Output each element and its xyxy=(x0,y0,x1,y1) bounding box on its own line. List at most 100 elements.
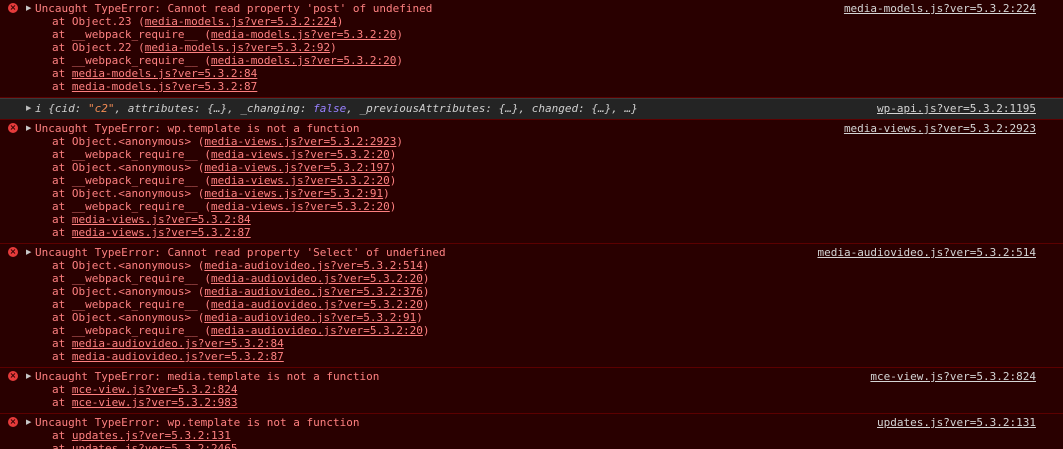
object-class-name: i xyxy=(35,102,42,115)
stack-frame-prefix: at Object.<anonymous> ( xyxy=(52,285,205,298)
stack-frame: at media-models.js?ver=5.3.2:87 xyxy=(35,80,1037,93)
stack-frame: at __webpack_require__ (media-models.js?… xyxy=(35,28,1037,41)
stack-frame-link[interactable]: media-audiovideo.js?ver=5.3.2:84 xyxy=(72,337,284,350)
stack-frame: at __webpack_require__ (media-views.js?v… xyxy=(35,200,1037,213)
stack-frame-link[interactable]: media-views.js?ver=5.3.2:87 xyxy=(72,226,251,239)
stack-frame: at media-views.js?ver=5.3.2:87 xyxy=(35,226,1037,239)
stack-frame: at __webpack_require__ (media-audiovideo… xyxy=(35,298,1037,311)
source-link[interactable]: media-audiovideo.js?ver=5.3.2:514 xyxy=(817,246,1036,259)
expand-triangle-icon[interactable]: ▶ xyxy=(26,102,34,115)
error-icon: × xyxy=(8,3,18,13)
stack-frame-link[interactable]: media-models.js?ver=5.3.2:20 xyxy=(211,28,396,41)
stack-frame-suffix: ) xyxy=(389,174,397,187)
error-icon: × xyxy=(8,417,18,427)
stack-frame-prefix: at __webpack_require__ ( xyxy=(52,272,211,285)
stack-frame: at Object.<anonymous> (media-views.js?ve… xyxy=(35,161,1037,174)
stack-frame: at __webpack_require__ (media-views.js?v… xyxy=(35,148,1037,161)
stack-frame-link[interactable]: mce-view.js?ver=5.3.2:983 xyxy=(72,396,238,409)
stack-frame-link[interactable]: media-views.js?ver=5.3.2:2923 xyxy=(204,135,396,148)
stack-frame: at Object.22 (media-models.js?ver=5.3.2:… xyxy=(35,41,1037,54)
console-error-message: × ▶ updates.js?ver=5.3.2:131 Uncaught TypeE… xyxy=(0,414,1063,449)
source-link[interactable]: media-models.js?ver=5.3.2:224 xyxy=(844,2,1036,15)
stack-frame-link[interactable]: media-audiovideo.js?ver=5.3.2:87 xyxy=(72,350,284,363)
stack-frame: at media-models.js?ver=5.3.2:84 xyxy=(35,67,1037,80)
stack-frame: at media-audiovideo.js?ver=5.3.2:84 xyxy=(35,337,1037,350)
stack-frame-prefix: at __webpack_require__ ( xyxy=(52,174,211,187)
stack-frame-link[interactable]: media-models.js?ver=5.3.2:92 xyxy=(145,41,330,54)
error-icon: × xyxy=(8,247,18,257)
stack-frame-link[interactable]: media-audiovideo.js?ver=5.3.2:20 xyxy=(211,324,423,337)
stack-frame-link[interactable]: media-models.js?ver=5.3.2:224 xyxy=(145,15,337,28)
stack-frame-link[interactable]: media-audiovideo.js?ver=5.3.2:20 xyxy=(211,298,423,311)
expand-triangle-icon[interactable]: ▶ xyxy=(26,416,34,429)
stack-frame: at mce-view.js?ver=5.3.2:983 xyxy=(35,396,1037,409)
stack-frame-suffix: ) xyxy=(422,324,430,337)
expand-triangle-icon[interactable]: ▶ xyxy=(26,122,34,135)
stack-frame-suffix: ) xyxy=(422,259,430,272)
stack-frame-prefix: at __webpack_require__ ( xyxy=(52,28,211,41)
object-preview-text: {cid: xyxy=(41,102,88,115)
stack-frame: at __webpack_require__ (media-audiovideo… xyxy=(35,272,1037,285)
stack-frame-prefix: at Object.<anonymous> ( xyxy=(52,135,205,148)
stack-frame-link[interactable]: media-views.js?ver=5.3.2:20 xyxy=(211,174,390,187)
stack-frame-link[interactable]: media-views.js?ver=5.3.2:91 xyxy=(204,187,383,200)
stack-frame: at updates.js?ver=5.3.2:2465 xyxy=(35,442,1037,449)
source-link[interactable]: media-views.js?ver=5.3.2:2923 xyxy=(844,122,1036,135)
stack-frame: at Object.<anonymous> (media-audiovideo.… xyxy=(35,311,1037,324)
error-icon: × xyxy=(8,123,18,133)
stack-frame-link[interactable]: mce-view.js?ver=5.3.2:824 xyxy=(72,383,238,396)
source-link[interactable]: mce-view.js?ver=5.3.2:824 xyxy=(870,370,1036,383)
stack-frame-suffix: ) xyxy=(389,148,397,161)
object-string-value: "c2" xyxy=(87,102,115,115)
source-link[interactable]: wp-api.js?ver=5.3.2:1195 xyxy=(877,102,1036,115)
stack-frame-link[interactable]: media-models.js?ver=5.3.2:20 xyxy=(211,54,396,67)
stack-frame-prefix: at Object.<anonymous> ( xyxy=(52,161,205,174)
stack-frame-prefix: at xyxy=(52,350,72,363)
stack-frame-link[interactable]: updates.js?ver=5.3.2:2465 xyxy=(72,442,238,449)
stack-frame-prefix: at Object.<anonymous> ( xyxy=(52,311,205,324)
stack-frame-link[interactable]: media-audiovideo.js?ver=5.3.2:20 xyxy=(211,272,423,285)
stack-frame-prefix: at xyxy=(52,396,72,409)
expand-triangle-icon[interactable]: ▶ xyxy=(26,370,34,383)
expand-triangle-icon[interactable]: ▶ xyxy=(26,246,34,259)
console-error-message: × ▶ media-models.js?ver=5.3.2:224 Uncaught … xyxy=(0,0,1063,98)
console-error-message: × ▶ mce-view.js?ver=5.3.2:824 Uncaught Type… xyxy=(0,368,1063,414)
stack-frame: at Object.<anonymous> (media-views.js?ve… xyxy=(35,187,1037,200)
stack-frame-suffix: ) xyxy=(383,187,390,200)
stack-frame-prefix: at xyxy=(52,337,72,350)
stack-frame-prefix: at xyxy=(52,429,72,442)
stack-frame-link[interactable]: media-models.js?ver=5.3.2:87 xyxy=(72,80,257,93)
console-log-message: ▶ wp-api.js?ver=5.3.2:1195 i {cid: "c2", a… xyxy=(0,98,1063,120)
stack-frame: at __webpack_require__ (media-views.js?v… xyxy=(35,174,1037,187)
stack-frame-prefix: at __webpack_require__ ( xyxy=(52,54,211,67)
stack-frame-suffix: ) xyxy=(389,200,397,213)
stack-frame-link[interactable]: media-audiovideo.js?ver=5.3.2:91 xyxy=(204,311,416,324)
stack-frame-suffix: ) xyxy=(336,15,344,28)
object-boolean-value: false xyxy=(313,102,347,115)
stack-frame-suffix: ) xyxy=(422,285,430,298)
stack-frame: at Object.23 (media-models.js?ver=5.3.2:… xyxy=(35,15,1037,28)
stack-frame: at media-audiovideo.js?ver=5.3.2:87 xyxy=(35,350,1037,363)
source-link[interactable]: updates.js?ver=5.3.2:131 xyxy=(877,416,1036,429)
stack-frame-suffix: ) xyxy=(416,311,423,324)
stack-frame-link[interactable]: media-views.js?ver=5.3.2:84 xyxy=(72,213,251,226)
stack-frame-link[interactable]: media-views.js?ver=5.3.2:20 xyxy=(211,200,390,213)
stack-frame-prefix: at __webpack_require__ ( xyxy=(52,200,211,213)
stack-frame-suffix: ) xyxy=(389,161,397,174)
console-panel: × ▶ media-models.js?ver=5.3.2:224 Uncaught … xyxy=(0,0,1063,449)
stack-frame-prefix: at __webpack_require__ ( xyxy=(52,298,211,311)
console-error-message: × ▶ media-audiovideo.js?ver=5.3.2:514 Uncau… xyxy=(0,244,1063,368)
stack-frame-link[interactable]: media-models.js?ver=5.3.2:84 xyxy=(72,67,257,80)
stack-frame-prefix: at Object.22 ( xyxy=(52,41,145,54)
stack-frame-link[interactable]: updates.js?ver=5.3.2:131 xyxy=(72,429,231,442)
stack-frame-link[interactable]: media-audiovideo.js?ver=5.3.2:514 xyxy=(204,259,423,272)
expand-triangle-icon[interactable]: ▶ xyxy=(26,2,34,15)
stack-frame-link[interactable]: media-views.js?ver=5.3.2:197 xyxy=(204,161,389,174)
stack-frame-prefix: at Object.<anonymous> ( xyxy=(52,187,205,200)
stack-frame-prefix: at xyxy=(52,442,72,449)
stack-frame-suffix: ) xyxy=(396,28,404,41)
stack-frame-link[interactable]: media-audiovideo.js?ver=5.3.2:376 xyxy=(204,285,423,298)
stack-frame-suffix: ) xyxy=(396,135,404,148)
error-icon: × xyxy=(8,371,18,381)
stack-frame-link[interactable]: media-views.js?ver=5.3.2:20 xyxy=(211,148,390,161)
